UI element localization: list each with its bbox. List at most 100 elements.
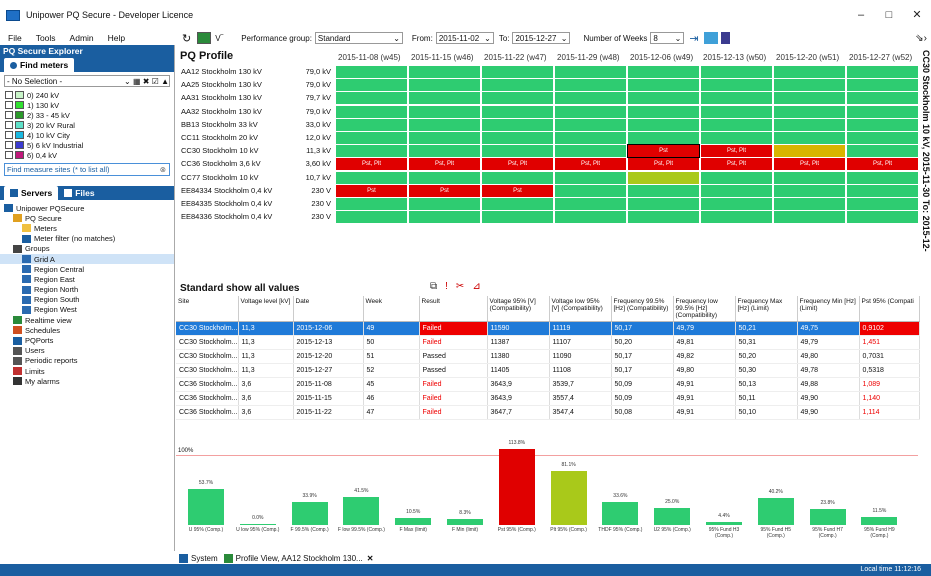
- voltage-level-item[interactable]: 2) 33 - 45 kV: [5, 110, 174, 120]
- profile-cell[interactable]: [628, 198, 699, 210]
- column-header[interactable]: Frequency low 99.5% [Hz] (Compatibility): [673, 296, 736, 322]
- profile-cell[interactable]: [409, 79, 480, 92]
- profile-cell[interactable]: [409, 92, 480, 105]
- profile-cell[interactable]: [701, 92, 772, 105]
- checkbox[interactable]: [5, 91, 13, 99]
- profile-row[interactable]: AA32 Stockholm 130 kV 79,0 kV: [176, 105, 918, 118]
- tree-item[interactable]: Grid A: [0, 253, 174, 265]
- profile-cell[interactable]: [409, 198, 480, 210]
- column-header[interactable]: Frequency Min [Hz] (Limit): [797, 296, 860, 322]
- voltage-level-item[interactable]: 6) 0,4 kV: [5, 150, 174, 160]
- column-header[interactable]: Pst 95% (Compati: [859, 296, 920, 322]
- profile-cell[interactable]: [482, 66, 553, 78]
- profile-cell[interactable]: [701, 132, 772, 144]
- profile-cell[interactable]: [774, 211, 845, 224]
- profile-cell[interactable]: [847, 145, 918, 158]
- profile-cell[interactable]: [774, 132, 845, 144]
- checkbox[interactable]: [5, 141, 13, 149]
- column-header[interactable]: Site: [176, 296, 239, 322]
- profile-cell[interactable]: [409, 132, 480, 144]
- from-date-picker[interactable]: 2015-11-02 ⌄: [435, 32, 494, 44]
- profile-cell[interactable]: [336, 92, 407, 105]
- profile-cell[interactable]: [847, 211, 918, 224]
- tree-item[interactable]: Groups: [0, 244, 174, 254]
- profile-cell[interactable]: [555, 171, 626, 184]
- profile-cell[interactable]: [774, 92, 845, 105]
- chart-bar[interactable]: [706, 522, 742, 525]
- profile-cell[interactable]: [628, 132, 699, 144]
- minimize-button[interactable]: –: [847, 0, 875, 30]
- tab-servers[interactable]: Servers: [4, 186, 59, 200]
- profile-cell[interactable]: [555, 66, 626, 78]
- profile-cell[interactable]: [409, 145, 480, 158]
- profile-cell[interactable]: [409, 211, 480, 224]
- tree-item[interactable]: PQ Secure: [0, 213, 174, 223]
- profile-cell[interactable]: [847, 105, 918, 118]
- table-row[interactable]: CC30 Stockholm... 11,3 2015-12-20 51 Passed 1…: [176, 349, 920, 364]
- database-icon[interactable]: [720, 32, 730, 44]
- table-row[interactable]: CC30 Stockholm... 11,3 2015-12-27 52 Passed 1…: [176, 363, 920, 378]
- profile-cell[interactable]: Pst, Plt: [482, 158, 553, 171]
- tab-system[interactable]: System: [191, 554, 218, 563]
- column-header[interactable]: Week: [363, 296, 420, 322]
- profile-cell[interactable]: Pst: [627, 144, 700, 159]
- cut-icon[interactable]: ✂: [456, 281, 464, 292]
- profile-row[interactable]: CC36 Stockholm 3,6 kV 3,60 kV Pst, Plt Pst,…: [176, 158, 918, 171]
- profile-cell[interactable]: [847, 118, 918, 131]
- profile-cell[interactable]: [774, 184, 845, 197]
- refresh-icon[interactable]: ↻: [182, 32, 191, 45]
- chart-bar[interactable]: [343, 497, 380, 525]
- tree-item[interactable]: Limits: [0, 366, 174, 376]
- profile-cell[interactable]: [482, 171, 553, 184]
- profile-cell[interactable]: [336, 105, 407, 118]
- profile-cell[interactable]: [336, 211, 407, 224]
- table-row[interactable]: CC30 Stockholm... 11,3 2015-12-13 50 Failed 1…: [176, 335, 920, 350]
- tab-files[interactable]: Files: [58, 186, 100, 200]
- profile-cell[interactable]: [628, 79, 699, 92]
- profile-view-icon[interactable]: [197, 32, 212, 44]
- profile-row[interactable]: EE84334 Stockholm 0,4 kV 230 V Pst Pst Pst: [176, 184, 918, 197]
- table-row[interactable]: CC36 Stockholm... 3,6 2015-11-22 47 Failed 36…: [176, 405, 920, 420]
- profile-cell[interactable]: [409, 105, 480, 118]
- tree-item[interactable]: Periodic reports: [0, 356, 174, 366]
- profile-cell[interactable]: [482, 198, 553, 210]
- column-header[interactable]: Result: [419, 296, 488, 322]
- table-row[interactable]: CC36 Stockholm... 3,6 2015-11-15 46 Failed 36…: [176, 391, 920, 406]
- to-date-picker[interactable]: 2015-12-27 ⌄: [512, 32, 571, 44]
- profile-cell[interactable]: [555, 118, 626, 131]
- profile-cell[interactable]: Pst, Plt: [628, 158, 699, 171]
- column-header[interactable]: Voltage low 95% [V] (Compatibility): [549, 296, 612, 322]
- profile-cell[interactable]: [482, 92, 553, 105]
- profile-row[interactable]: CC77 Stockholm 10 kV 10,7 kV: [176, 171, 918, 184]
- chart-bar[interactable]: [550, 470, 587, 525]
- profile-cell[interactable]: Pst: [336, 184, 407, 197]
- profile-cell[interactable]: [628, 184, 699, 197]
- profile-cell[interactable]: [409, 171, 480, 184]
- profile-cell[interactable]: [336, 79, 407, 92]
- profile-cell[interactable]: [336, 171, 407, 184]
- profile-row[interactable]: EE84335 Stockholm 0,4 kV 230 V: [176, 198, 918, 210]
- profile-cell[interactable]: [482, 211, 553, 224]
- tree-item[interactable]: Meter filter (no matches): [0, 234, 174, 244]
- close-tab-icon[interactable]: ✕: [367, 554, 374, 563]
- chart-bar[interactable]: [291, 502, 328, 525]
- profile-cell[interactable]: [847, 198, 918, 210]
- profile-cell[interactable]: [555, 92, 626, 105]
- tree-item[interactable]: Region West: [0, 305, 174, 315]
- profile-cell[interactable]: Pst: [409, 184, 480, 197]
- profile-cell[interactable]: [774, 171, 845, 184]
- profile-cell[interactable]: Pst, Plt: [555, 158, 626, 171]
- profile-cell[interactable]: [774, 79, 845, 92]
- waveform-icon[interactable]: V‾: [215, 34, 223, 43]
- checkbox[interactable]: [5, 151, 13, 159]
- profile-cell[interactable]: [701, 184, 772, 197]
- checkbox[interactable]: [5, 131, 13, 139]
- profile-cell[interactable]: [628, 118, 699, 131]
- chart-bar[interactable]: [809, 509, 846, 525]
- profile-cell[interactable]: Pst: [482, 184, 553, 197]
- column-header[interactable]: Frequency 99.5% [Hz] (Compatibility): [611, 296, 674, 322]
- chart-bar[interactable]: [861, 517, 898, 525]
- profile-cell[interactable]: [701, 105, 772, 118]
- tree-item[interactable]: Region East: [0, 274, 174, 284]
- profile-cell[interactable]: [482, 118, 553, 131]
